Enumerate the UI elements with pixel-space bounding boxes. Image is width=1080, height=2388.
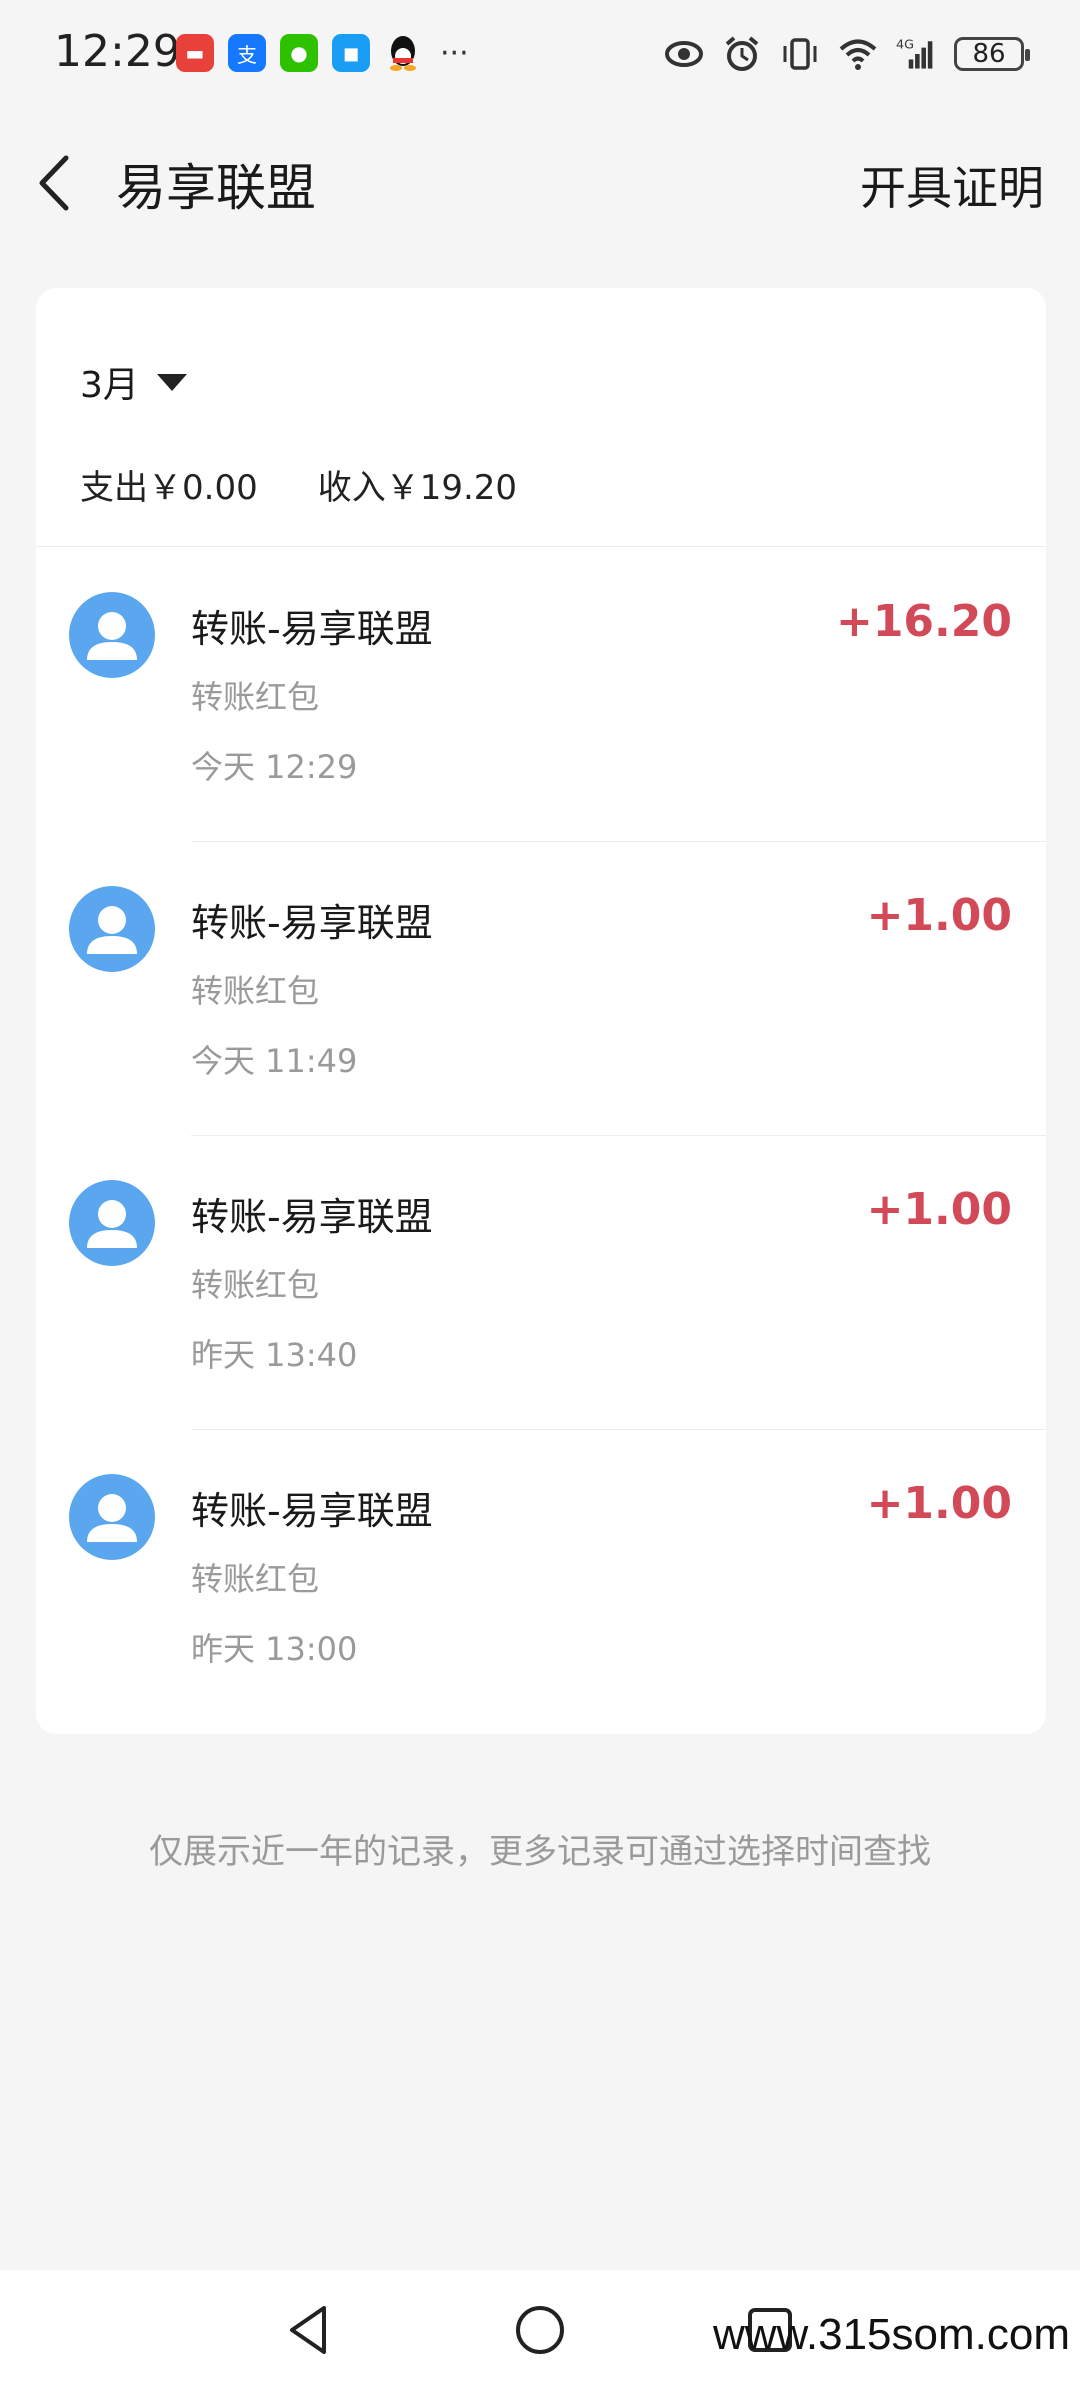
month-label: 3月 [80,365,139,406]
nav-home-icon[interactable] [510,2300,570,2360]
back-arrow-icon[interactable] [30,148,80,218]
qq-icon [384,34,422,72]
transaction-row[interactable]: 转账-易享联盟 转账红包 今天 11:49 +1.00 [36,842,1046,1136]
avatar-icon [69,1180,155,1266]
status-time: 12:29 [54,26,181,77]
watermark: www.315som.com [712,2310,1070,2359]
wifi-icon [839,39,877,70]
income-total: 收入￥19.20 [317,468,518,508]
nav-back-icon[interactable] [280,2300,340,2360]
signal-icon: 4G [896,37,933,69]
battery-icon: 86 [954,37,1030,71]
vibrate-icon [783,38,817,70]
transaction-row[interactable]: 转账-易享联盟 转账红包 今天 12:29 +16.20 [36,548,1046,842]
avatar-icon [69,886,155,972]
app-header: 易享联盟 开具证明 [0,112,1080,252]
transaction-row[interactable]: 转账-易享联盟 转账红包 昨天 13:00 +1.00 [36,1430,1046,1724]
wechat-icon: ● [280,34,318,72]
transaction-name: 转账-易享联盟 [191,1489,433,1533]
system-icons: 4G 86 [664,34,1030,74]
transaction-type: 转账红包 [191,1560,320,1598]
battery-level: 86 [972,39,1006,69]
avatar-icon [69,1474,155,1560]
transaction-list: 转账-易享联盟 转账红包 今天 12:29 +16.20 转账-易享联盟 转账红… [36,548,1046,1724]
huawei-appgallery-icon: ▬ [176,34,214,72]
eye-icon [665,41,703,67]
month-selector[interactable]: 3月 [80,356,187,408]
transaction-amount: +16.20 [835,596,1012,647]
transaction-name: 转账-易享联盟 [191,901,433,945]
footer-note: 仅展示近一年的记录，更多记录可通过选择时间查找 [149,1832,931,1872]
transaction-type: 转账红包 [191,1266,320,1304]
transactions-card: 3月 支出￥0.00 收入￥19.20 转账-易享联盟 转账红包 今天 12:2… [36,288,1046,1734]
alarm-icon [725,36,759,71]
more-notifications-icon: ··· [440,35,469,71]
transaction-name: 转账-易享联盟 [191,1195,433,1239]
transaction-time: 今天 12:29 [191,748,358,786]
issue-certificate-button[interactable]: 开具证明 [860,152,1044,218]
transaction-row[interactable]: 转账-易享联盟 转账红包 昨天 13:40 +1.00 [36,1136,1046,1430]
divider [36,546,1046,547]
transaction-type: 转账红包 [191,678,320,716]
transaction-time: 昨天 13:40 [191,1336,358,1374]
message-icon: ◼ [332,34,370,72]
status-bar: 12:29 ▬ 支 ● ◼ ··· 4G 86 [0,0,1080,112]
transaction-type: 转账红包 [191,972,320,1010]
page-title: 易享联盟 [116,159,316,217]
notification-icons: ▬ 支 ● ◼ ··· [176,34,469,72]
system-nav-bar: www.315som.com [0,2270,1080,2388]
transaction-amount: +1.00 [866,1478,1012,1529]
transaction-time: 今天 11:49 [191,1042,358,1080]
svg-text:4G: 4G [896,37,914,52]
avatar-icon [69,592,155,678]
transaction-amount: +1.00 [866,1184,1012,1235]
caret-down-icon [156,373,187,391]
summary: 支出￥0.00 收入￥19.20 [80,460,517,509]
transaction-name: 转账-易享联盟 [191,607,433,651]
transaction-amount: +1.00 [866,890,1012,941]
alipay-icon: 支 [228,34,266,72]
transaction-time: 昨天 13:00 [191,1630,358,1668]
expense-total: 支出￥0.00 [80,468,258,508]
